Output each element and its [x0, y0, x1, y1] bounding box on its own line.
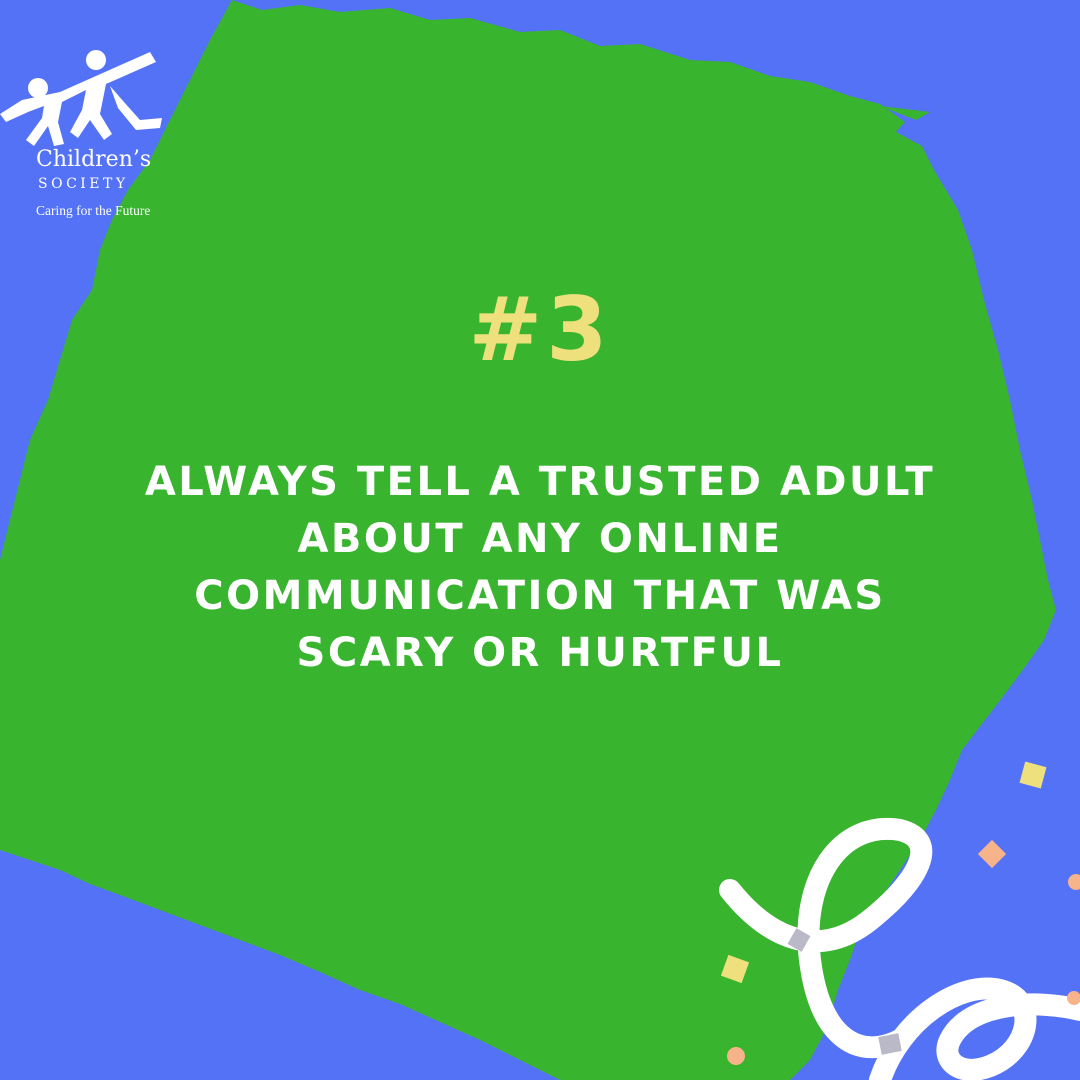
- confetti-dot: [727, 1047, 745, 1065]
- confetti-square: [977, 839, 1007, 869]
- confetti-square: [720, 954, 750, 984]
- streamer-ribbon: [719, 817, 933, 1059]
- confetti-dot: [1068, 874, 1080, 890]
- confetti-streamer-decoration: [719, 761, 1080, 1080]
- confetti-square: [1019, 761, 1047, 789]
- streamer-ribbon-2: [869, 977, 1080, 1080]
- social-post-canvas: Children’s SOCIETY Caring for the Future…: [0, 0, 1080, 1080]
